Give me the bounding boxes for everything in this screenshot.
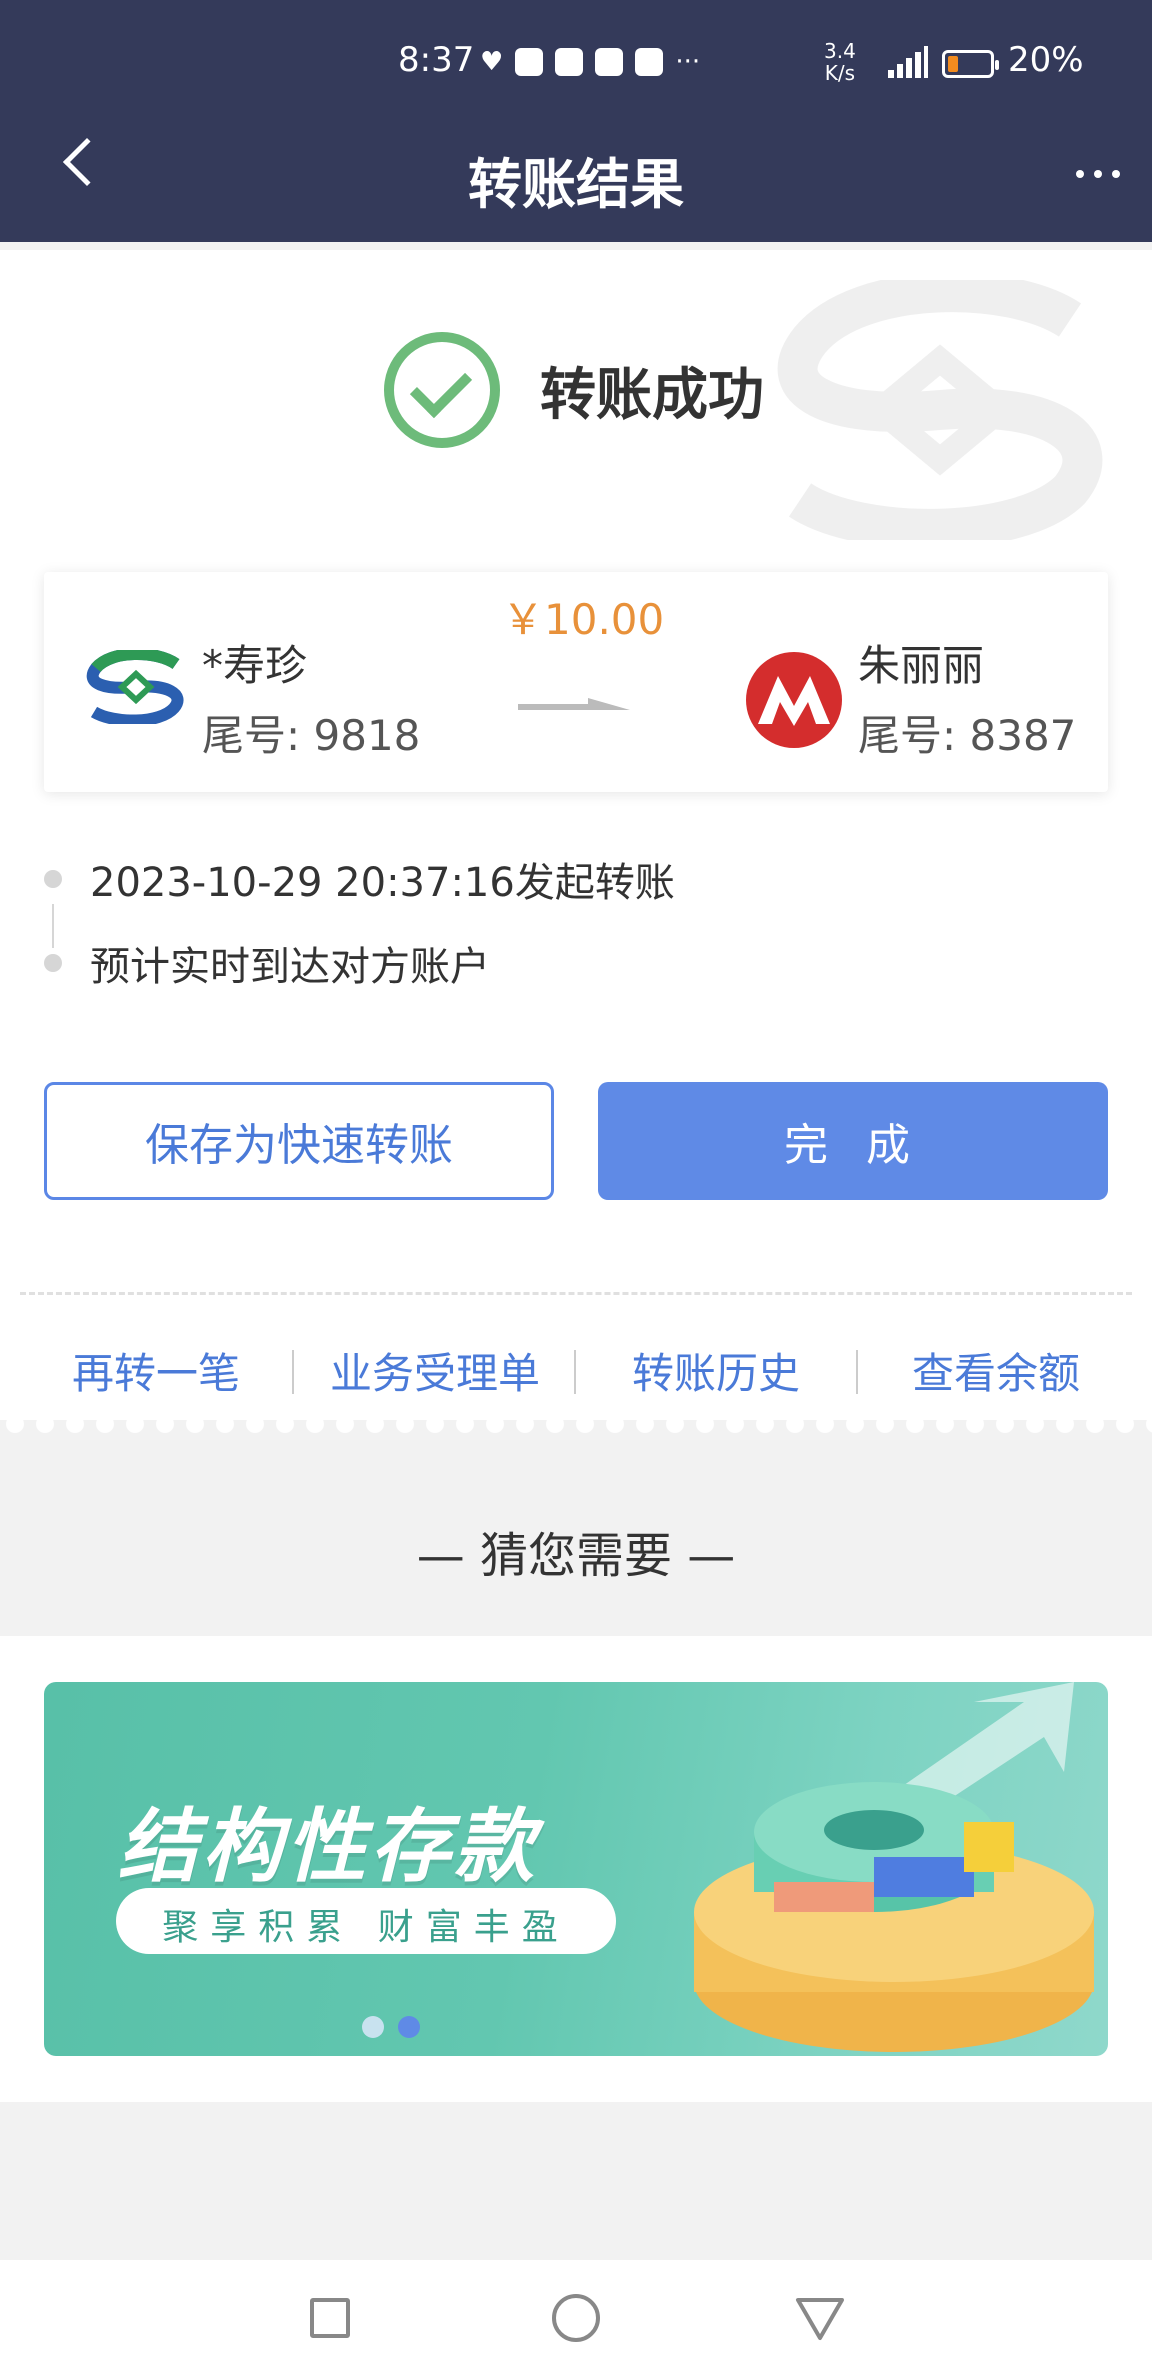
done-button[interactable]: 完 成 (598, 1082, 1108, 1200)
app-notification-icon (515, 48, 544, 76)
recommend-heading: — 猜您需要 — (416, 1528, 736, 1584)
battery-icon (942, 50, 999, 78)
app-notification-icon (595, 48, 624, 76)
more-dots-icon[interactable] (1076, 170, 1120, 178)
bank-watermark-icon (777, 280, 1103, 540)
timeline-dot (44, 954, 62, 972)
recent-apps-icon[interactable] (310, 2298, 350, 2338)
signal-icon (880, 46, 928, 78)
timeline-dot (44, 870, 62, 888)
link-separator (292, 1350, 294, 1394)
timeline-initiated: 2023-10-29 20:37:16发起转账 (90, 860, 675, 906)
transfer-arrow-icon (518, 698, 630, 710)
divider (20, 1292, 1132, 1295)
network-speed-unit: K/s (824, 61, 856, 85)
notification-icons: ♥ ··· (480, 48, 700, 76)
from-account-name: *寿珍 (202, 641, 308, 690)
quick-links: 再转一笔 业务受理单 转账历史 查看余额 (0, 1340, 1152, 1404)
scalloped-edge (0, 1420, 1152, 1440)
alert-notification-icon (555, 48, 584, 76)
from-account-tail: 尾号: 9818 (202, 711, 421, 760)
pagination-dot-active[interactable] (398, 2016, 420, 2038)
check-circle-icon (384, 332, 500, 448)
page-title: 转账结果 (468, 153, 684, 216)
link-check-balance[interactable]: 查看余额 (912, 1340, 1080, 1401)
network-speed: 3.4 K/s (824, 40, 856, 84)
top-bar: 8:37 ♥ ··· 3.4 K/s 20% 转账结果 (0, 0, 1152, 242)
banner-subtitle: 聚享积累 财富丰盈 (162, 1907, 570, 1948)
link-transfer-history[interactable]: 转账历史 (632, 1340, 800, 1401)
timeline-expected: 预计实时到达对方账户 (90, 944, 490, 990)
network-speed-value: 3.4 (824, 39, 856, 63)
banner-title: 结构性存款 (118, 1800, 538, 1893)
home-icon[interactable] (552, 2294, 600, 2342)
link-separator (856, 1350, 858, 1394)
status-time: 8:37 (398, 40, 475, 80)
timeline-line (52, 904, 54, 948)
banner-chart-illustration (694, 1682, 1094, 2052)
more-notifications-icon: ··· (675, 47, 701, 77)
promo-banner[interactable]: 结构性存款 聚享积累 财富丰盈 (44, 1682, 1108, 2056)
save-quick-transfer-button[interactable]: 保存为快速转账 (44, 1082, 554, 1200)
ccb-logo-icon (86, 650, 184, 724)
transfer-amount: ￥10.00 (502, 595, 665, 644)
link-transfer-again[interactable]: 再转一笔 (72, 1340, 240, 1401)
to-account-name: 朱丽丽 (858, 641, 985, 690)
chat-notification-icon (635, 48, 664, 76)
battery-percent: 20% (1008, 40, 1084, 80)
cmb-logo-icon (746, 652, 842, 748)
link-business-receipt[interactable]: 业务受理单 (330, 1340, 540, 1401)
transfer-card: *寿珍 尾号: 9818 ￥10.00 朱丽丽 尾号: 8387 (44, 572, 1108, 792)
back-triangle-icon[interactable] (794, 2294, 846, 2342)
banner-pagination (362, 2016, 420, 2038)
to-account-tail: 尾号: 8387 (858, 711, 1077, 760)
system-nav-bar (0, 2260, 1152, 2376)
link-separator (574, 1350, 576, 1394)
result-panel: 转账成功 *寿珍 尾号: 9818 ￥10.00 朱丽丽 尾号: 8387 (0, 250, 1152, 1430)
pagination-dot[interactable] (362, 2016, 384, 2038)
status-text: 转账成功 (540, 363, 764, 428)
heart-icon: ♥ (480, 47, 504, 77)
